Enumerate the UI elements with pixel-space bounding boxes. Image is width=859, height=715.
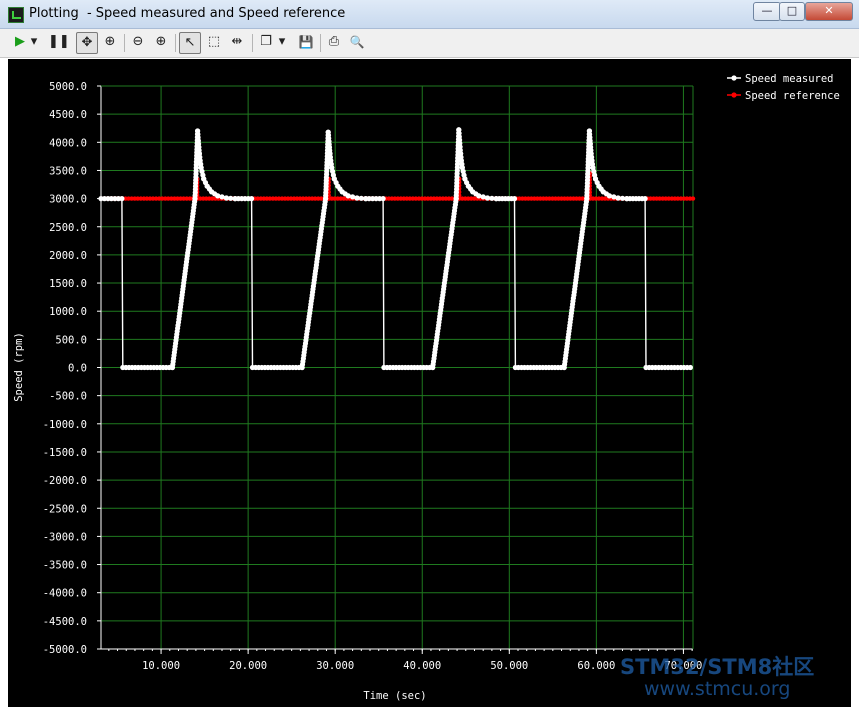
y-tick-label: -3500.0 bbox=[43, 560, 87, 572]
y-tick-label: -5000.0 bbox=[43, 644, 87, 656]
window-title: Plotting - Speed measured and Speed refe… bbox=[29, 6, 346, 21]
play-dropdown-icon[interactable]: ▾ bbox=[28, 32, 40, 52]
watermark-line1: STM32/STM8社区 bbox=[620, 655, 815, 679]
series-layer bbox=[98, 127, 696, 371]
markers-measured bbox=[98, 127, 694, 371]
legend-label-measured: Speed measured bbox=[745, 73, 834, 85]
point-measured bbox=[249, 196, 255, 202]
y-axis-label: Speed (rpm) bbox=[13, 332, 25, 402]
legend-label-reference: Speed reference bbox=[745, 90, 840, 102]
point-measured bbox=[219, 194, 225, 200]
window-titlebar: Plotting - Speed measured and Speed refe… bbox=[0, 0, 859, 29]
copy-dropdown-icon[interactable]: ▾ bbox=[276, 32, 288, 52]
point-measured bbox=[511, 196, 518, 202]
minimize-button[interactable]: — bbox=[753, 2, 781, 21]
select-pointer-icon[interactable]: ↖ bbox=[179, 32, 201, 54]
plot-app-icon bbox=[8, 7, 24, 23]
x-tick-labels: 10.000 20.000 30.000 40.000 50.000 60.000 70.0… bbox=[142, 660, 702, 672]
markers-reference bbox=[98, 171, 696, 201]
y-tick-label: 3500.0 bbox=[49, 165, 87, 177]
legend-item-reference: Speed reference bbox=[727, 90, 840, 102]
cursor-icon[interactable]: ⇹ bbox=[227, 32, 247, 52]
x-tick-label: 30.000 bbox=[316, 660, 354, 672]
point-measured bbox=[119, 196, 125, 202]
x-tick-label: 60.000 bbox=[577, 660, 615, 672]
x-tick-label: 40.000 bbox=[403, 660, 441, 672]
y-tick-label: -4500.0 bbox=[43, 616, 87, 628]
plot-area[interactable]: 5000.0 4500.0 4000.0 3500.0 3000.0 2500.0 2000… bbox=[8, 59, 851, 707]
legend-item-measured: Speed measured bbox=[727, 73, 834, 85]
y-tick-label: 1500.0 bbox=[49, 278, 87, 290]
y-tick-label: 2500.0 bbox=[49, 222, 87, 234]
x-axis-label: Time (sec) bbox=[363, 690, 426, 702]
y-tick-label: 3000.0 bbox=[49, 194, 87, 206]
zoom-out-icon[interactable]: ⊖ bbox=[128, 32, 148, 52]
y-tick-label: 0.0 bbox=[68, 363, 87, 375]
y-tick-label: 4500.0 bbox=[49, 109, 87, 121]
y-tick-label: -3000.0 bbox=[43, 531, 87, 543]
y-tick-label: -500.0 bbox=[49, 391, 87, 403]
point-measured bbox=[345, 193, 351, 199]
play-icon[interactable]: ▶ bbox=[10, 32, 30, 52]
y-tick-label: -1000.0 bbox=[43, 419, 87, 431]
speed-chart: 5000.0 4500.0 4000.0 3500.0 3000.0 2500.0 2000… bbox=[13, 73, 840, 702]
toolbar-separator bbox=[124, 34, 125, 52]
point-measured bbox=[687, 364, 694, 371]
toolbar-separator bbox=[320, 34, 321, 52]
y-tick-label: 1000.0 bbox=[49, 306, 87, 318]
close-button[interactable]: ✕ bbox=[805, 2, 853, 21]
pause-icon[interactable]: ❚❚ bbox=[48, 32, 70, 52]
toolbar: ▶ ▾ ❚❚ ✥ ⊕ ⊖ ⊕ ↖ ⬚ ⇹ ❐ ▾ 💾 ⎙ 🔍 bbox=[0, 29, 859, 58]
point-measured bbox=[642, 196, 648, 202]
legend-marker-measured bbox=[731, 75, 737, 81]
point-measured bbox=[350, 194, 356, 200]
print-icon[interactable]: ⎙ bbox=[324, 32, 344, 52]
point-measured bbox=[606, 193, 613, 199]
x-tick-label: 20.000 bbox=[229, 660, 267, 672]
x-tick-label: 10.000 bbox=[142, 660, 180, 672]
y-tick-label: 5000.0 bbox=[49, 81, 87, 93]
legend: Speed measured Speed reference bbox=[727, 73, 840, 102]
y-tick-label: -2000.0 bbox=[43, 475, 87, 487]
toolbar-separator bbox=[252, 34, 253, 52]
zoom-auto-icon[interactable]: ⊕ bbox=[100, 32, 120, 52]
print-preview-icon[interactable]: 🔍 bbox=[347, 32, 367, 52]
y-tick-label: 2000.0 bbox=[49, 250, 87, 262]
toolbar-separator bbox=[175, 34, 176, 52]
point-reference bbox=[690, 196, 696, 201]
axes bbox=[97, 85, 694, 654]
copy-icon[interactable]: ❐ bbox=[256, 32, 276, 52]
select-rect-icon[interactable]: ⬚ bbox=[204, 32, 224, 52]
y-tick-label: -2500.0 bbox=[43, 503, 87, 515]
y-tick-label: -1500.0 bbox=[43, 447, 87, 459]
y-tick-label: 500.0 bbox=[55, 334, 87, 346]
y-tick-label: 4000.0 bbox=[49, 137, 87, 149]
watermark-line2: www.stmcu.org bbox=[644, 678, 791, 700]
point-measured bbox=[476, 193, 482, 199]
zoom-in-icon[interactable]: ⊕ bbox=[151, 32, 171, 52]
point-measured bbox=[380, 196, 386, 202]
watermark: STM32/STM8社区 www.stmcu.org bbox=[620, 656, 855, 700]
save-icon[interactable]: 💾 bbox=[296, 32, 316, 52]
restore-button[interactable]: □ bbox=[779, 2, 805, 21]
x-tick-label: 50.000 bbox=[490, 660, 528, 672]
pan-icon[interactable]: ✥ bbox=[76, 32, 98, 54]
legend-marker-reference bbox=[731, 92, 737, 98]
y-tick-labels: 5000.0 4500.0 4000.0 3500.0 3000.0 2500.0 2000… bbox=[43, 81, 87, 656]
y-tick-label: -4000.0 bbox=[43, 588, 87, 600]
